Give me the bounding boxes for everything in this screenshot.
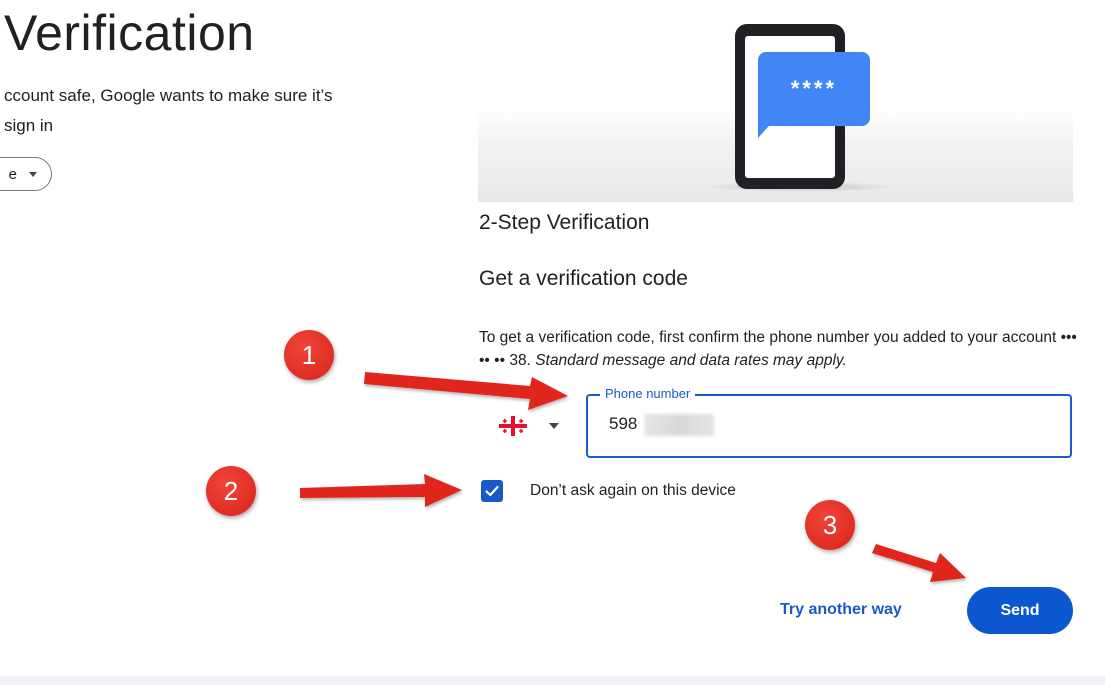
try-another-way-link[interactable]: Try another way [780,601,902,619]
account-chip-label: e [8,165,17,183]
annotation-badge-3: 3 [805,500,855,550]
phone-number-label: Phone number [600,386,696,401]
chevron-down-icon [29,171,37,177]
send-button[interactable]: Send [967,587,1073,634]
account-chip-dropdown[interactable]: e [0,157,52,191]
page-title: Verification [4,5,255,61]
country-dropdown-chevron-icon[interactable] [549,423,559,429]
dont-ask-again-checkbox[interactable] [481,480,503,502]
info-text-italic: Standard message and data rates may appl… [535,352,847,369]
section-heading: Get a verification code [479,267,688,290]
annotation-badge-1: 1 [284,330,334,380]
dont-ask-again-label[interactable]: Don’t ask again on this device [530,482,736,500]
georgia-flag-icon[interactable] [499,416,527,436]
arrow-2-icon [300,474,462,507]
footer-band [0,676,1105,685]
info-text: To get a verification code, first confir… [479,326,1079,372]
step-title: 2-Step Verification [479,211,650,234]
message-bubble-icon: **** [758,52,870,126]
checkmark-icon [485,485,499,497]
annotation-badge-2: 2 [206,466,256,516]
arrow-1-icon [364,372,568,410]
arrow-3-icon [872,544,966,582]
phone-number-value[interactable]: 598 [609,414,637,434]
page-description-line-2: sign in [4,116,54,135]
redacted-phone-digits [644,414,714,436]
page-description-line-1: ccount safe, Google wants to make sure i… [4,86,333,105]
